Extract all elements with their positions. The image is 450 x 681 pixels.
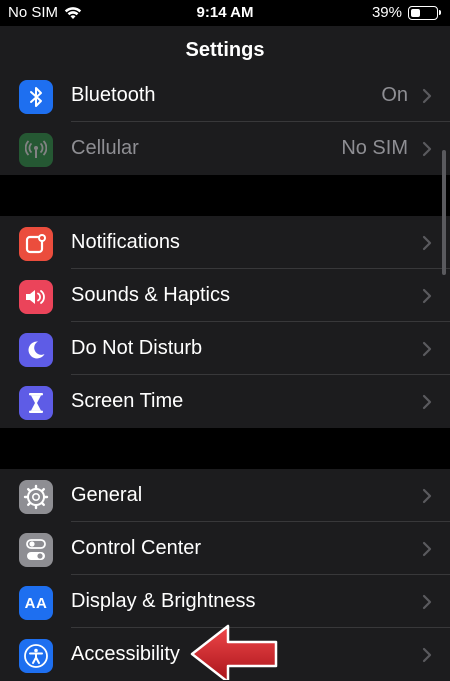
page-title: Settings <box>185 39 265 61</box>
row-label: Notifications <box>71 231 180 253</box>
aa-icon: AA <box>19 586 53 620</box>
accessibility-icon <box>19 639 53 673</box>
row-label: Sounds & Haptics <box>71 284 230 306</box>
row-label: General <box>71 484 143 506</box>
chevron-right-icon <box>422 541 432 557</box>
chevron-right-icon <box>422 488 432 504</box>
chevron-right-icon <box>422 288 432 304</box>
chevron-right-icon <box>422 341 432 357</box>
toggles-icon <box>19 533 53 567</box>
notifications-icon <box>19 227 53 261</box>
battery-percent: 39% <box>371 4 402 21</box>
status-bar: No SIM 9:14 AM 39% <box>0 0 450 26</box>
aa-icon-text: AA <box>24 594 48 612</box>
moon-icon <box>19 333 53 367</box>
hourglass-icon <box>19 386 53 420</box>
row-value: No SIM <box>341 137 408 159</box>
row-label: Control Center <box>71 537 202 559</box>
battery-fill <box>411 8 420 17</box>
scrollbar[interactable] <box>442 150 446 275</box>
chevron-right-icon <box>422 394 432 410</box>
row-value: On <box>381 84 408 106</box>
battery-icon <box>408 5 441 20</box>
speaker-icon <box>19 280 53 314</box>
gear-icon <box>19 480 53 514</box>
row-label: Bluetooth <box>71 84 156 106</box>
row-label: Cellular <box>71 137 139 159</box>
row-label: Do Not Disturb <box>71 337 203 359</box>
row-label: Screen Time <box>71 390 184 412</box>
row-screen-time[interactable]: Screen Time <box>0 375 450 428</box>
row-label: Accessibility <box>71 643 180 665</box>
antenna-icon <box>19 133 53 167</box>
row-general[interactable]: General <box>0 469 450 522</box>
row-do-not-disturb[interactable]: Do Not Disturb <box>0 322 450 375</box>
row-cellular[interactable]: Cellular No SIM <box>0 122 450 175</box>
chevron-right-icon <box>422 647 432 663</box>
chevron-right-icon <box>422 594 432 610</box>
chevron-right-icon <box>422 141 432 157</box>
settings-group-connectivity: Bluetooth On Cellular No SIM <box>0 69 450 175</box>
settings-group-notifications: Notifications Sounds & Haptics Do Not Di… <box>0 216 450 428</box>
red-arrow-icon <box>190 624 278 680</box>
row-bluetooth[interactable]: Bluetooth On <box>0 69 450 122</box>
status-bar-right: 39% <box>371 4 441 21</box>
chevron-right-icon <box>422 88 432 104</box>
bluetooth-icon <box>19 80 53 114</box>
row-notifications[interactable]: Notifications <box>0 216 450 269</box>
chevron-right-icon <box>422 235 432 251</box>
row-control-center[interactable]: Control Center <box>0 522 450 575</box>
row-sounds-haptics[interactable]: Sounds & Haptics <box>0 269 450 322</box>
